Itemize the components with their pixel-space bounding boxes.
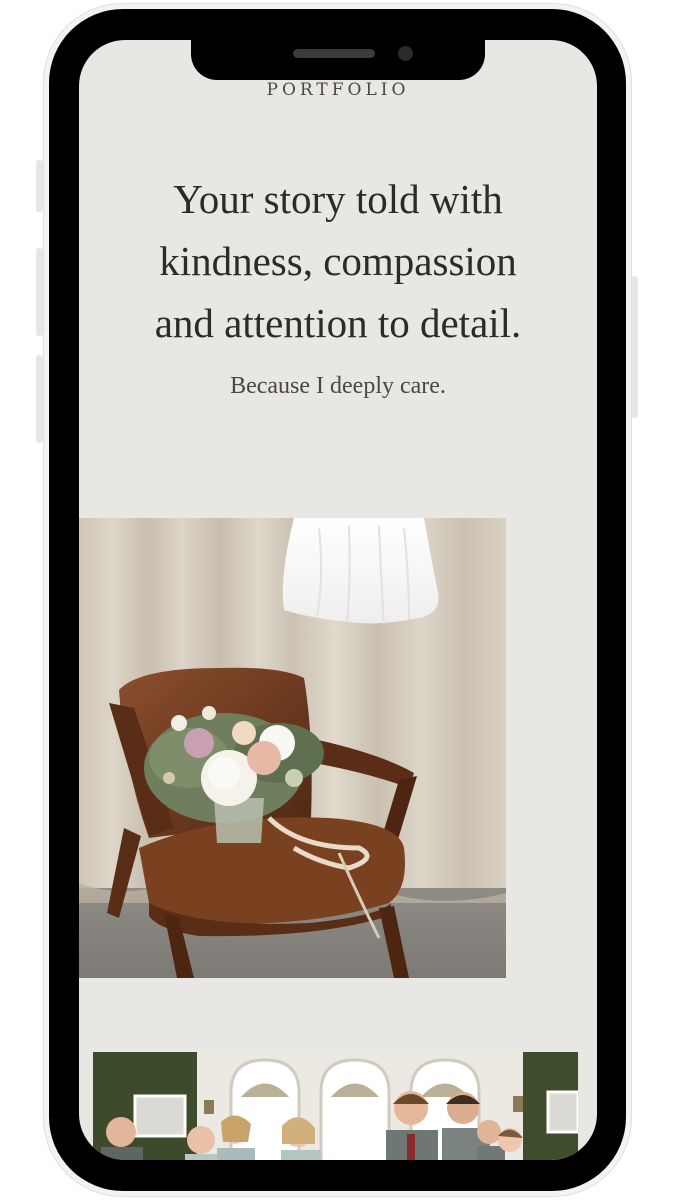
nav-portfolio-link[interactable]: PORTFOLIO	[79, 80, 597, 100]
wedding-group-photo	[93, 1052, 578, 1160]
power-button	[631, 276, 638, 418]
phone-screen: PORTFOLIO Your story told with kindness,…	[79, 40, 597, 1160]
silent-switch	[36, 160, 43, 212]
device-mockup: PORTFOLIO Your story told with kindness,…	[0, 0, 675, 1200]
speaker-grille	[293, 49, 375, 58]
volume-down-button	[36, 355, 43, 443]
phone-notch	[191, 40, 485, 80]
volume-up-button	[36, 248, 43, 336]
group-photo-illustration	[93, 1052, 578, 1160]
headline-line: and attention to detail.	[154, 300, 522, 346]
chair-photo-illustration	[79, 518, 506, 978]
hero-subline: Because I deeply care.	[230, 373, 446, 399]
front-camera	[398, 46, 413, 61]
headline-line: Your story told with	[173, 176, 503, 222]
headline-line: kindness, compassion	[159, 238, 517, 284]
hero-headline: Your story told with kindness, compassio…	[109, 168, 567, 354]
wedding-chair-photo	[79, 518, 506, 978]
